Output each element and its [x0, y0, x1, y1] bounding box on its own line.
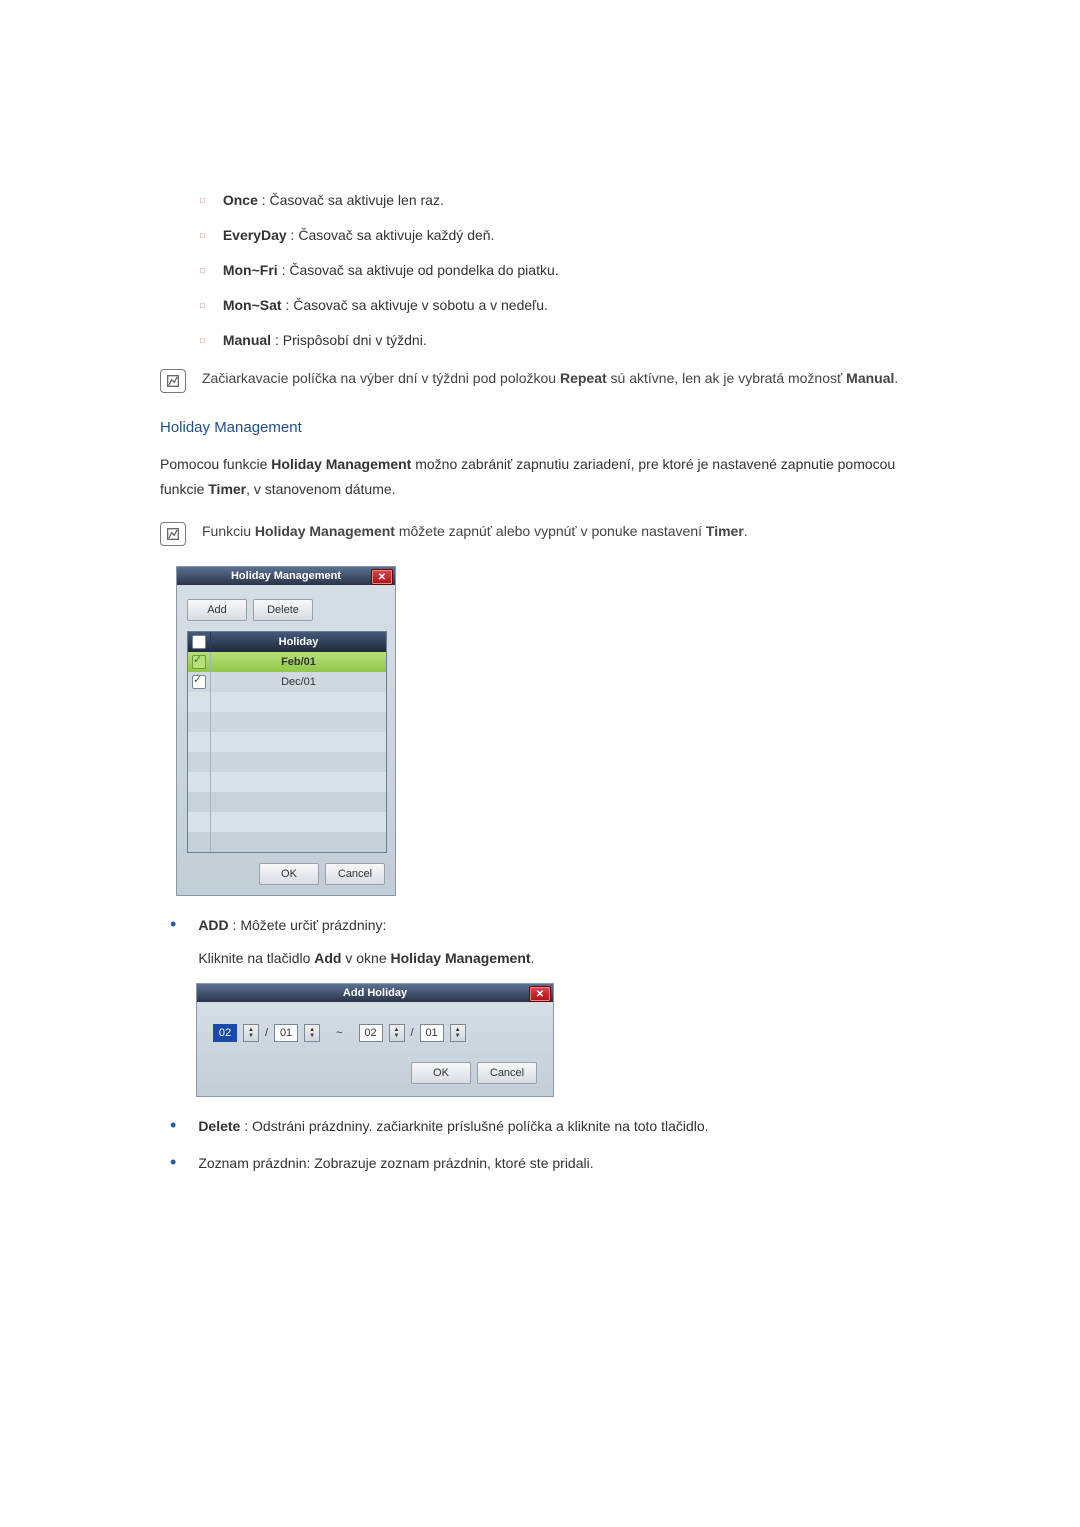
opt-desc: : Časovač sa aktivuje v sobotu a v nedeľ…	[282, 297, 548, 313]
opt-label: Mon~Sat	[223, 297, 282, 313]
table-row[interactable]: Feb/01	[188, 652, 386, 672]
end-day-input[interactable]: 01	[420, 1024, 444, 1042]
holiday-table: Holiday Feb/01 Dec/01	[187, 631, 387, 853]
end-month-input[interactable]: 02	[359, 1024, 383, 1042]
cancel-button[interactable]: Cancel	[325, 863, 385, 885]
delete-desc: : Odstráni prázdniny. začiarknite príslu…	[240, 1118, 708, 1134]
note-holiday-timer: Funkciu Holiday Management môžete zapnúť…	[160, 520, 920, 546]
opt-desc: : Časovač sa aktivuje od pondelka do pia…	[278, 262, 559, 278]
repeat-option-manual: □ Manual : Prispôsobí dni v týždni.	[200, 330, 920, 351]
date-range-row: 02 ▲▼ / 01 ▲▼ ~ 02 ▲▼ / 01 ▲▼	[213, 1024, 537, 1042]
row-checkbox[interactable]	[192, 655, 206, 669]
bullet-add: • ADD : Môžete určiť prázdniny: Kliknite…	[170, 914, 920, 969]
spinner-icon[interactable]: ▲▼	[450, 1024, 466, 1042]
note-bold: Repeat	[560, 370, 607, 386]
add-desc: : Môžete určiť prázdniny:	[229, 917, 387, 933]
opt-label: Once	[223, 192, 258, 208]
spinner-icon[interactable]: ▲▼	[389, 1024, 405, 1042]
spinner-icon[interactable]: ▲▼	[243, 1024, 259, 1042]
bullet-icon: □	[200, 195, 205, 211]
start-day-input[interactable]: 01	[274, 1024, 298, 1042]
cancel-button[interactable]: Cancel	[477, 1062, 537, 1084]
add-holiday-dialog: Add Holiday ✕ 02 ▲▼ / 01 ▲▼ ~ 02 ▲▼ / 01…	[196, 983, 554, 1097]
dot-bullet-icon: •	[170, 1152, 176, 1174]
bullet-delete: • Delete : Odstráni prázdniny. začiarkni…	[170, 1115, 920, 1137]
repeat-option-once: □ Once : Časovač sa aktivuje len raz.	[200, 190, 920, 211]
holiday-date: Feb/01	[281, 656, 316, 668]
repeat-option-monfri: □ Mon~Fri : Časovač sa aktivuje od ponde…	[200, 260, 920, 281]
note-bold: Manual	[846, 370, 894, 386]
dialog-titlebar: Add Holiday ✕	[197, 984, 553, 1002]
note-icon	[160, 522, 186, 546]
repeat-option-everyday: □ EveryDay : Časovač sa aktivuje každý d…	[200, 225, 920, 246]
note-text: Začiarkavacie políčka na výber dní v týž…	[202, 370, 560, 386]
opt-desc: : Časovač sa aktivuje len raz.	[258, 192, 444, 208]
list-desc: Zoznam prázdnin: Zobrazuje zoznam prázdn…	[198, 1152, 593, 1174]
add-button[interactable]: Add	[187, 599, 247, 621]
repeat-option-monsat: □ Mon~Sat : Časovač sa aktivuje v sobotu…	[200, 295, 920, 316]
delete-label: Delete	[198, 1118, 240, 1134]
row-checkbox[interactable]	[192, 675, 206, 689]
opt-label: EveryDay	[223, 227, 287, 243]
dialog-title: Add Holiday	[343, 987, 407, 999]
bullet-list-holidays: • Zoznam prázdnin: Zobrazuje zoznam práz…	[170, 1152, 920, 1174]
close-icon[interactable]: ✕	[529, 986, 551, 1002]
bullet-icon: □	[200, 265, 205, 281]
add-label: ADD	[198, 917, 228, 933]
dot-bullet-icon: •	[170, 1115, 176, 1137]
ok-button[interactable]: OK	[259, 863, 319, 885]
holiday-management-dialog: Holiday Management ✕ Add Delete Holiday …	[176, 566, 396, 896]
heading-holiday-management: Holiday Management	[160, 419, 920, 436]
opt-desc: : Časovač sa aktivuje každý deň.	[287, 227, 495, 243]
note-repeat-manual: Začiarkavacie políčka na výber dní v týž…	[160, 367, 920, 393]
spinner-icon[interactable]: ▲▼	[304, 1024, 320, 1042]
dialog-title: Holiday Management	[231, 570, 341, 582]
ok-button[interactable]: OK	[411, 1062, 471, 1084]
note-text: .	[894, 370, 898, 386]
dialog-titlebar: Holiday Management ✕	[177, 567, 395, 585]
close-icon[interactable]: ✕	[371, 569, 393, 585]
opt-label: Manual	[223, 332, 271, 348]
opt-desc: : Prispôsobí dni v týždni.	[271, 332, 427, 348]
table-header: Holiday	[188, 632, 386, 652]
delete-button[interactable]: Delete	[253, 599, 313, 621]
para-holiday-intro: Pomocou funkcie Holiday Management možno…	[160, 452, 920, 502]
bullet-icon: □	[200, 230, 205, 246]
slash: /	[411, 1027, 414, 1039]
table-row[interactable]: Dec/01	[188, 672, 386, 692]
opt-label: Mon~Fri	[223, 262, 278, 278]
slash: /	[265, 1027, 268, 1039]
dot-bullet-icon: •	[170, 914, 176, 969]
start-month-input[interactable]: 02	[213, 1024, 237, 1042]
tilde: ~	[326, 1027, 352, 1039]
note-icon	[160, 369, 186, 393]
holiday-date: Dec/01	[211, 672, 386, 692]
bullet-icon: □	[200, 300, 205, 316]
header-holiday: Holiday	[211, 632, 386, 652]
note-text: sú aktívne, len ak je vybratá možnosť	[607, 370, 846, 386]
bullet-icon: □	[200, 335, 205, 351]
select-all-checkbox[interactable]	[192, 635, 206, 649]
